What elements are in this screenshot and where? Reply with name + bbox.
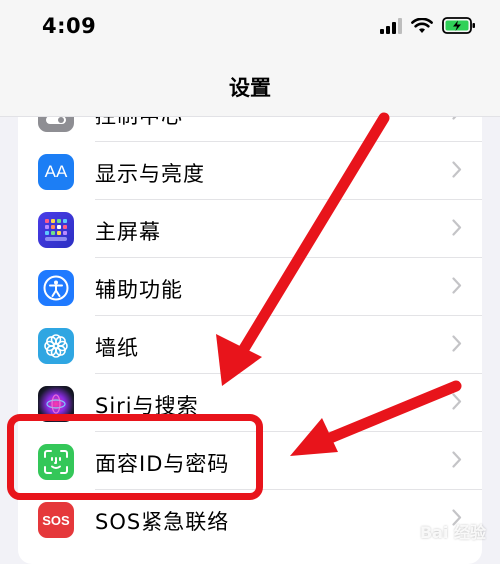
baidu-paw-icon xyxy=(393,520,416,542)
annotation-arrows xyxy=(216,112,462,456)
watermark-text: Bai 经验 xyxy=(419,523,486,542)
baidu-watermark: Bai 经验 xyxy=(393,519,486,543)
annotation-arrow-left xyxy=(290,380,462,456)
annotation-arrow-down xyxy=(216,112,390,386)
